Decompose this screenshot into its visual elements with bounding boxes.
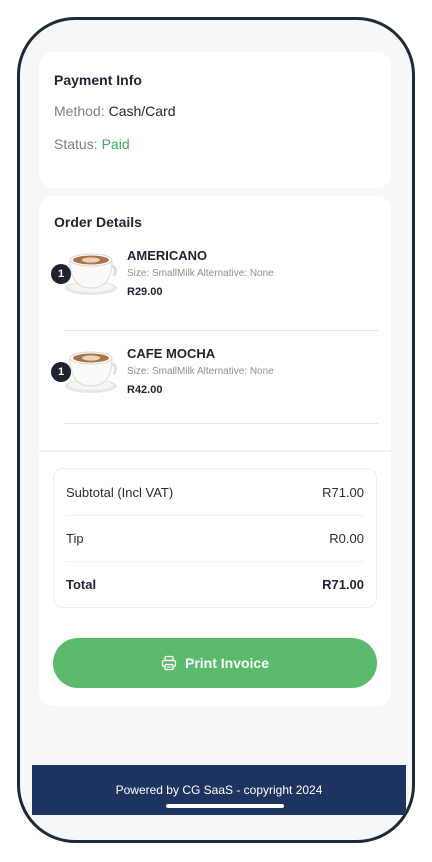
- item-name: CAFE MOCHA: [127, 346, 216, 361]
- payment-status-value: Paid: [101, 136, 130, 152]
- total-row: Total R71.00: [66, 561, 364, 607]
- total-label: Total: [66, 577, 97, 592]
- order-item: 1 AMERICANO Size: SmallMilk Alternative:…: [51, 244, 381, 334]
- phone-frame: Payment Info Method: Cash/Card Status: Pai…: [17, 17, 415, 843]
- footer-text: Powered by CG SaaS - copyright 2024: [115, 783, 323, 797]
- subtotal-value: R71.00: [322, 484, 364, 500]
- order-details-title: Order Details: [54, 214, 142, 230]
- item-price: R29.00: [127, 286, 163, 298]
- item-quantity-badge: 1: [51, 362, 71, 382]
- print-invoice-label: Print Invoice: [184, 655, 270, 671]
- subtotal-label: Subtotal (Incl VAT): [66, 484, 174, 500]
- payment-info-card: Payment Info Method: Cash/Card Status: Pai…: [39, 52, 391, 188]
- total-value: R71.00: [322, 577, 364, 592]
- tip-row: Tip R0.00: [66, 515, 364, 561]
- print-invoice-button[interactable]: Print Invoice: [53, 638, 377, 688]
- tip-label: Tip: [66, 531, 84, 546]
- payment-status-row: Status: Paid: [54, 136, 130, 152]
- payment-method-value: Cash/Card: [108, 103, 176, 119]
- item-divider: [64, 423, 378, 424]
- item-quantity-badge: 1: [51, 264, 71, 284]
- printer-icon: [161, 655, 177, 671]
- totals-summary: Subtotal (Incl VAT) R71.00 Tip R0.00 Tot…: [53, 468, 377, 608]
- item-options: Size: SmallMilk Alternative: None: [127, 268, 274, 279]
- tip-value: R0.00: [329, 531, 364, 546]
- item-name: AMERICANO: [127, 248, 208, 263]
- payment-status-label: Status:: [54, 136, 98, 152]
- payment-method-label: Method:: [54, 103, 105, 119]
- payment-info-title: Payment Info: [54, 72, 142, 88]
- section-divider: [39, 450, 391, 452]
- order-details-card: Order Details 1 AMERICANO Size: SmallMil…: [39, 196, 391, 706]
- order-item: 1 CAFE MOCHA Size: SmallMilk Alternative…: [51, 342, 381, 432]
- payment-method-row: Method: Cash/Card: [54, 103, 176, 119]
- item-divider: [64, 330, 378, 331]
- item-price: R42.00: [127, 384, 163, 396]
- screen: Payment Info Method: Cash/Card Status: Pai…: [20, 20, 412, 840]
- home-indicator[interactable]: [166, 804, 284, 808]
- subtotal-row: Subtotal (Incl VAT) R71.00: [66, 469, 364, 515]
- item-options: Size: SmallMilk Alternative: None: [127, 366, 274, 377]
